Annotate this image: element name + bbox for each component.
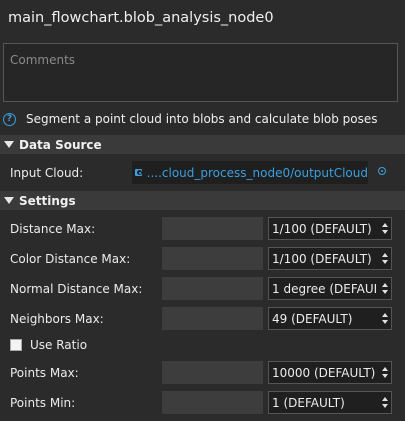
- window-title: main_flowchart.blob_analysis_node0: [8, 10, 274, 26]
- spin-arrows-icon: [382, 397, 388, 409]
- points-min-input[interactable]: [162, 391, 263, 414]
- input-cloud-path: ....cloud_process_node0/outputCloud: [146, 165, 368, 180]
- neighbors-max-dropdown[interactable]: 49 (DEFAULT): [268, 307, 392, 330]
- color-distance-max-input[interactable]: [162, 247, 263, 270]
- points-max-input[interactable]: [162, 361, 263, 384]
- points-min-label: Points Min:: [10, 396, 76, 410]
- distance-max-dropdown[interactable]: 1/100 (DEFAULT): [268, 217, 392, 240]
- points-max-label: Points Max:: [10, 366, 79, 380]
- dropdown-value: 10000 (DEFAULT): [272, 365, 376, 380]
- dropdown-value: 1/100 (DEFAULT): [272, 251, 372, 266]
- help-icon[interactable]: ?: [3, 112, 16, 126]
- dropdown-value: 1 (DEFAULT): [272, 395, 345, 410]
- target-icon[interactable]: [378, 167, 386, 175]
- section-title: Data Source: [19, 137, 102, 152]
- dropdown-value: 49 (DEFAULT): [272, 311, 353, 326]
- neighbors-max-input[interactable]: [162, 307, 263, 330]
- collapse-triangle-icon[interactable]: [4, 141, 14, 148]
- normal-distance-max-input[interactable]: [162, 277, 263, 300]
- spin-arrows-icon: [382, 223, 388, 235]
- section-header-data-source[interactable]: Data Source: [0, 135, 405, 154]
- comments-field[interactable]: [3, 43, 398, 102]
- dropdown-value: 1 degree (DEFAULT): [272, 281, 376, 296]
- spin-arrows-icon: [382, 313, 388, 325]
- dropdown-value: 1/100 (DEFAULT): [272, 221, 372, 236]
- camera-icon: [135, 169, 142, 176]
- node-description: Segment a point cloud into blobs and cal…: [26, 112, 378, 126]
- normal-distance-max-label: Normal Distance Max:: [10, 282, 143, 296]
- spin-arrows-icon: [382, 283, 388, 295]
- section-header-settings[interactable]: Settings: [0, 191, 405, 210]
- use-ratio-label: Use Ratio: [30, 338, 88, 352]
- color-distance-max-dropdown[interactable]: 1/100 (DEFAULT): [268, 247, 392, 270]
- input-cloud-label: Input Cloud:: [10, 166, 84, 180]
- spin-arrows-icon: [382, 367, 388, 379]
- distance-max-label: Distance Max:: [10, 222, 96, 236]
- spin-arrows-icon: [382, 253, 388, 265]
- points-max-dropdown[interactable]: 10000 (DEFAULT): [268, 361, 392, 384]
- normal-distance-max-dropdown[interactable]: 1 degree (DEFAULT): [268, 277, 392, 300]
- description-row: ? Segment a point cloud into blobs and c…: [3, 110, 378, 128]
- collapse-triangle-icon[interactable]: [4, 197, 14, 204]
- use-ratio-checkbox[interactable]: [10, 339, 22, 351]
- points-min-dropdown[interactable]: 1 (DEFAULT): [268, 391, 392, 414]
- color-distance-max-label: Color Distance Max:: [10, 252, 131, 266]
- neighbors-max-label: Neighbors Max:: [10, 312, 104, 326]
- section-title: Settings: [19, 193, 76, 208]
- input-cloud-field[interactable]: ....cloud_process_node0/outputCloud: [132, 161, 368, 184]
- distance-max-input[interactable]: [162, 217, 263, 240]
